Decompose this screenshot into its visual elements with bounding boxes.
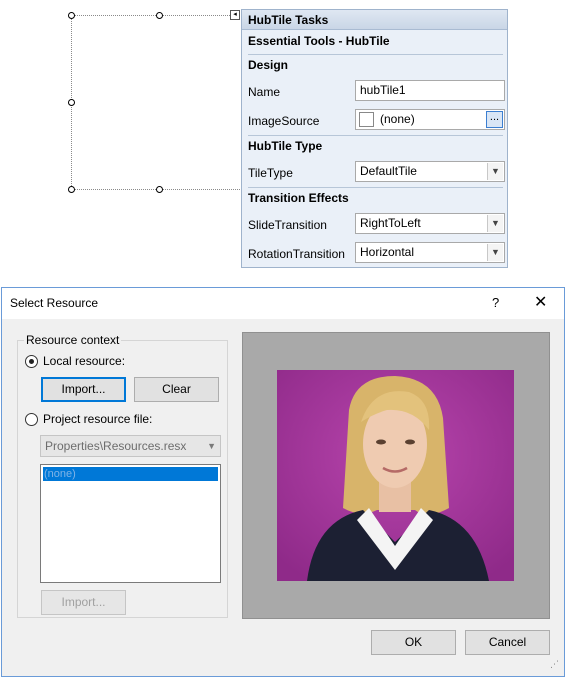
slide-transition-combo[interactable]: RightToLeft ▼ [355, 213, 505, 234]
hubtile-tasks-panel: HubTile Tasks Essential Tools - HubTile … [241, 9, 508, 268]
list-item: (none) [43, 467, 218, 481]
image-source-field[interactable]: (none) ... [355, 109, 505, 130]
project-file-value: Properties\Resources.resx [45, 439, 187, 453]
slide-transition-label: SlideTransition [248, 218, 327, 232]
section-hubtile-type: HubTile Type [248, 139, 323, 153]
section-transition-effects: Transition Effects [248, 191, 349, 205]
portrait-image [277, 370, 514, 581]
tasks-panel-subtitle: Essential Tools - HubTile [248, 34, 390, 48]
local-resource-label: Local resource: [43, 354, 126, 368]
resize-grip-icon[interactable]: ⋰ [550, 659, 559, 670]
tile-type-label: TileType [248, 166, 293, 180]
resize-handle-bottom-left[interactable] [68, 186, 75, 193]
select-resource-dialog: Select Resource ? ✕ Resource context Loc… [1, 287, 565, 677]
resize-handle-top-left[interactable] [68, 12, 75, 19]
project-resource-label: Project resource file: [43, 412, 153, 426]
image-preview-pane [242, 332, 550, 619]
tile-type-value: DefaultTile [360, 164, 417, 178]
help-icon[interactable]: ? [492, 295, 499, 310]
slide-transition-value: RightToLeft [360, 216, 421, 230]
image-source-browse-button[interactable]: ... [486, 111, 503, 128]
hubtile-design-surface[interactable] [71, 15, 242, 190]
chevron-down-icon[interactable]: ▼ [487, 215, 503, 232]
image-source-label: ImageSource [248, 114, 320, 128]
dialog-title: Select Resource [2, 288, 564, 319]
close-icon[interactable]: ✕ [534, 292, 547, 312]
ok-button[interactable]: OK [371, 630, 456, 655]
tasks-panel-title: HubTile Tasks [242, 10, 507, 30]
resize-handle-bottom[interactable] [156, 186, 163, 193]
rotation-transition-value: Horizontal [360, 245, 415, 259]
chevron-down-icon[interactable]: ▼ [487, 163, 503, 180]
name-input[interactable]: hubTile1 [355, 80, 505, 101]
resize-handle-left[interactable] [68, 99, 75, 106]
tasks-divider [248, 54, 503, 55]
local-resource-radio[interactable] [25, 355, 38, 368]
smart-tag-collapse-icon[interactable]: ◂ [230, 10, 240, 20]
project-import-button: Import... [41, 590, 126, 615]
chevron-down-icon[interactable]: ▼ [487, 244, 503, 261]
tile-type-combo[interactable]: DefaultTile ▼ [355, 161, 505, 182]
chevron-down-icon: ▼ [207, 441, 216, 451]
clear-button[interactable]: Clear [134, 377, 219, 402]
cancel-button[interactable]: Cancel [465, 630, 550, 655]
project-resource-radio[interactable] [25, 413, 38, 426]
tasks-divider [248, 135, 503, 136]
image-swatch-icon [359, 112, 374, 127]
name-label: Name [248, 85, 281, 99]
rotation-transition-combo[interactable]: Horizontal ▼ [355, 242, 505, 263]
image-source-value: (none) [380, 112, 415, 126]
import-button[interactable]: Import... [41, 377, 126, 402]
project-resource-list: (none) [40, 464, 221, 583]
project-file-combo: Properties\Resources.resx ▼ [40, 435, 221, 457]
rotation-transition-label: RotationTransition [248, 247, 345, 261]
resource-context-title: Resource context [24, 333, 122, 347]
tasks-divider [248, 187, 503, 188]
section-design: Design [248, 58, 289, 72]
portrait-photo [277, 370, 514, 581]
resize-handle-top[interactable] [156, 12, 163, 19]
